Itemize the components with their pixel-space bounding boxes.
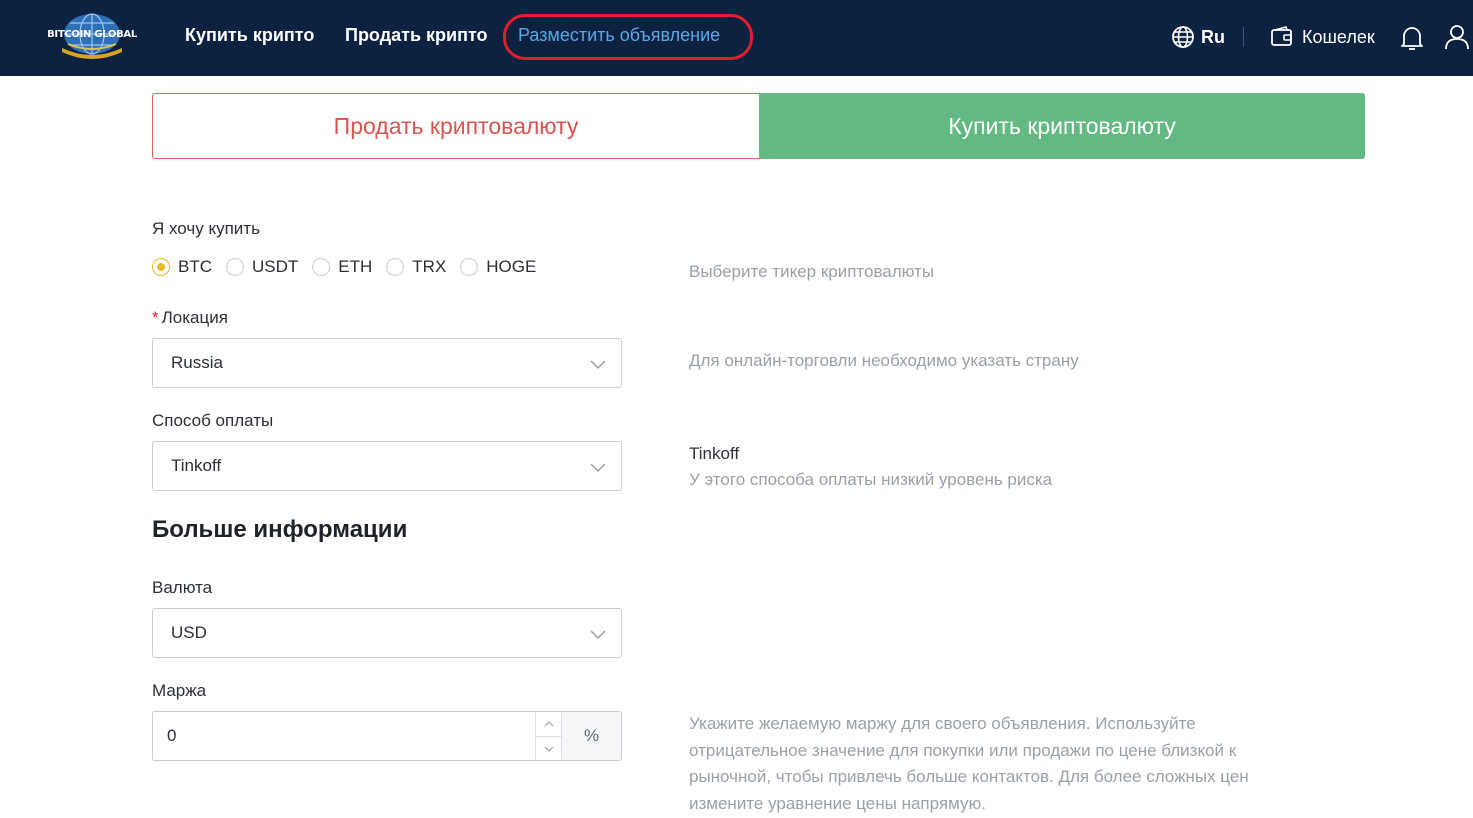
globe-icon — [1172, 26, 1194, 48]
currency-select[interactable]: USD — [152, 608, 622, 658]
location-select[interactable]: Russia — [152, 338, 622, 388]
margin-input[interactable] — [153, 712, 535, 760]
radio-usdt[interactable]: USDT — [226, 257, 298, 277]
buy-sell-tabs: Продать криптовалюту Купить криптовалюту — [152, 93, 1365, 159]
payment-method-select[interactable]: Tinkoff — [152, 441, 622, 491]
radio-dot — [386, 258, 405, 276]
radio-dot — [152, 258, 170, 276]
radio-hoge[interactable]: HOGE — [460, 257, 536, 277]
decrement-button[interactable] — [536, 736, 561, 760]
tab-buy-crypto[interactable]: Купить криптовалюту — [759, 93, 1365, 159]
location-value: Russia — [171, 353, 223, 372]
radio-dot — [312, 258, 331, 276]
wallet-link[interactable]: Кошелек — [1270, 23, 1375, 51]
required-asterisk: * — [152, 308, 159, 327]
radio-label: TRX — [412, 257, 447, 276]
radio-eth[interactable]: ETH — [312, 257, 372, 277]
tab-sell-crypto[interactable]: Продать криптовалюту — [152, 93, 759, 159]
radio-label: HOGE — [486, 257, 537, 276]
bitcoin-global-logo[interactable]: BITCOIN GLOBAL — [46, 12, 138, 60]
margin-label: Маржа — [152, 681, 207, 700]
location-label: * Локация — [152, 308, 228, 327]
notifications-bell[interactable] — [1399, 24, 1425, 52]
radio-dot — [460, 258, 479, 276]
ticker-radio-group: BTC USDT ETH TRX HOGE — [152, 255, 550, 279]
radio-dot — [226, 258, 244, 276]
want-to-buy-label: Я хочу купить — [152, 219, 260, 238]
chevron-up-icon — [544, 721, 553, 727]
payment-hint-text: У этого способа оплаты низкий уровень ри… — [689, 470, 1053, 489]
bell-icon — [1401, 27, 1423, 50]
chevron-down-icon — [590, 630, 606, 640]
location-hint: Для онлайн-торговли необходимо указать с… — [689, 351, 1079, 370]
chevron-down-icon — [590, 463, 606, 473]
header-divider — [1243, 27, 1244, 47]
radio-btc[interactable]: BTC — [152, 257, 212, 277]
user-profile[interactable] — [1444, 23, 1470, 51]
margin-stepper — [535, 712, 561, 760]
payment-method-value: Tinkoff — [171, 456, 222, 475]
increment-button[interactable] — [536, 712, 561, 736]
logo-text: BITCOIN GLOBAL — [47, 29, 137, 40]
wallet-label: Кошелек — [1302, 26, 1375, 47]
currency-value: USD — [171, 623, 207, 642]
ticker-hint: Выберите тикер криптовалюты — [689, 262, 935, 281]
chevron-down-icon — [544, 746, 553, 752]
user-icon — [1445, 25, 1469, 50]
wallet-icon — [1271, 26, 1292, 46]
margin-hint: Укажите желаемую маржу для своего объявл… — [689, 714, 1249, 813]
nav-sell-crypto[interactable]: Продать крипто — [345, 25, 488, 46]
currency-label: Валюта — [152, 578, 213, 597]
nav-buy-crypto[interactable]: Купить крипто — [185, 25, 314, 46]
payment-method-label: Способ оплаты — [152, 411, 274, 430]
language-label: Ru — [1201, 26, 1225, 47]
radio-label: USDT — [252, 257, 299, 276]
percent-addon: % — [561, 712, 621, 760]
margin-field: % — [152, 711, 622, 761]
top-navigation-bar: BITCOIN GLOBAL Купить крипто Продать кри… — [0, 0, 1473, 76]
payment-hint-title: Tinkoff — [689, 444, 740, 463]
chevron-down-icon — [590, 360, 606, 370]
radio-trx[interactable]: TRX — [386, 257, 446, 277]
radio-label: ETH — [338, 257, 373, 276]
language-switcher[interactable]: Ru — [1171, 23, 1225, 51]
nav-post-ad[interactable]: Разместить объявление — [518, 25, 720, 46]
radio-label: BTC — [178, 257, 212, 276]
more-info-title: Больше информации — [152, 516, 408, 543]
